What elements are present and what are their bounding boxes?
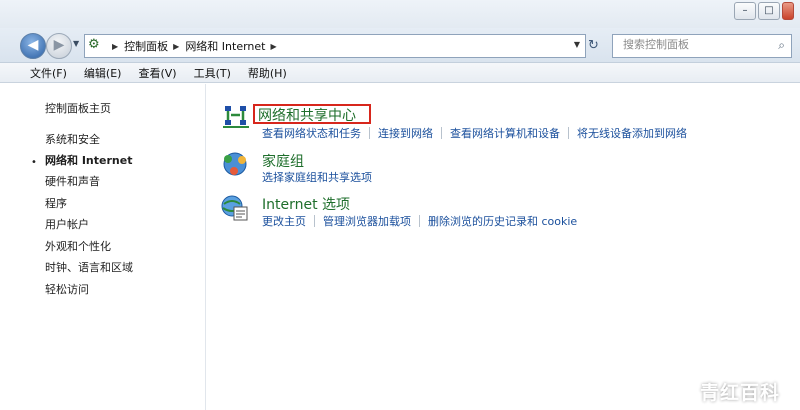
current-item-bullet: •: [31, 157, 37, 168]
separator: [314, 215, 315, 227]
separator: [369, 127, 370, 139]
task-row-internet-options: 更改主页 管理浏览器加载项 删除浏览的历史记录和 cookie: [262, 213, 577, 229]
search-icon[interactable]: ⌕: [778, 38, 785, 53]
chevron-right-icon[interactable]: ▶: [271, 42, 277, 51]
maximize-button[interactable]: □: [758, 2, 780, 20]
task-row-homegroup: 选择家庭组和共享选项: [262, 169, 372, 185]
network-sharing-icon[interactable]: [222, 102, 252, 130]
homegroup-icon[interactable]: [220, 150, 250, 178]
breadcrumb: ▶ 控制面板 ▶ 网络和 Internet ▶: [107, 38, 283, 54]
menu-view[interactable]: 查看(V): [138, 65, 176, 81]
internet-options-icon[interactable]: [220, 194, 250, 222]
task-link[interactable]: 管理浏览器加载项: [323, 213, 411, 229]
menu-edit[interactable]: 编辑(E): [84, 65, 122, 81]
breadcrumb-item-network-internet[interactable]: 网络和 Internet: [185, 38, 265, 54]
task-row-network-sharing: 查看网络状态和任务 连接到网络 查看网络计算机和设备 将无线设备添加到网络: [262, 125, 687, 141]
menu-tools[interactable]: 工具(T): [194, 65, 231, 81]
recent-pages-dropdown[interactable]: ▼: [73, 39, 79, 48]
sidebar-item-system-security[interactable]: 系统和安全: [45, 131, 100, 147]
back-button[interactable]: ◀: [20, 33, 46, 59]
forward-button[interactable]: ▶: [46, 33, 72, 59]
task-link[interactable]: 将无线设备添加到网络: [577, 125, 687, 141]
separator: [441, 127, 442, 139]
refresh-button[interactable]: ↻: [588, 38, 599, 53]
section-title-homegroup[interactable]: 家庭组: [262, 151, 304, 171]
sidebar-item-control-panel-home[interactable]: 控制面板主页: [45, 100, 111, 116]
sidebar-item-clock-language-region[interactable]: 时钟、语言和区域: [45, 259, 133, 275]
chevron-right-icon[interactable]: ▶: [173, 42, 179, 51]
navigation-bar: ◀ ▶ ▼ ⚙ ▶ 控制面板 ▶ 网络和 Internet ▶ ▼ ↻ ⌕: [0, 28, 800, 63]
search-input[interactable]: [623, 38, 773, 51]
chevron-right-icon[interactable]: ▶: [112, 42, 118, 51]
window-controls: – □: [734, 2, 794, 20]
breadcrumb-item-control-panel[interactable]: 控制面板: [124, 38, 168, 54]
section-title-network-sharing-center[interactable]: 网络和共享中心: [258, 105, 356, 125]
chevron-down-icon[interactable]: ▼: [574, 40, 580, 49]
title-bar: – □: [0, 0, 800, 28]
task-link[interactable]: 更改主页: [262, 213, 306, 229]
sidebar-item-ease-of-access[interactable]: 轻松访问: [45, 281, 89, 297]
sidebar-item-hardware-sound[interactable]: 硬件和声音: [45, 173, 100, 189]
task-link[interactable]: 选择家庭组和共享选项: [262, 169, 372, 185]
minimize-button[interactable]: –: [734, 2, 756, 20]
sidebar-item-programs[interactable]: 程序: [45, 195, 67, 211]
separator: [419, 215, 420, 227]
task-link[interactable]: 查看网络计算机和设备: [450, 125, 560, 141]
menu-file[interactable]: 文件(F): [30, 65, 67, 81]
control-panel-icon: ⚙: [88, 37, 100, 52]
sidebar-item-appearance[interactable]: 外观和个性化: [45, 238, 111, 254]
section-title-internet-options[interactable]: Internet 选项: [262, 194, 350, 214]
task-link[interactable]: 删除浏览的历史记录和 cookie: [428, 213, 577, 229]
sidebar-item-network-internet[interactable]: 网络和 Internet: [45, 152, 132, 168]
address-bar[interactable]: ⚙ ▶ 控制面板 ▶ 网络和 Internet ▶ ▼: [84, 34, 586, 58]
close-button[interactable]: [782, 2, 794, 20]
watermark: 青红百科: [700, 382, 781, 404]
menu-help[interactable]: 帮助(H): [248, 65, 287, 81]
task-link[interactable]: 连接到网络: [378, 125, 433, 141]
menu-bar: 文件(F) 编辑(E) 查看(V) 工具(T) 帮助(H): [0, 63, 800, 83]
sidebar-item-user-accounts[interactable]: 用户帐户: [45, 216, 89, 232]
search-box[interactable]: ⌕: [612, 34, 792, 58]
separator: [568, 127, 569, 139]
task-link[interactable]: 查看网络状态和任务: [262, 125, 361, 141]
